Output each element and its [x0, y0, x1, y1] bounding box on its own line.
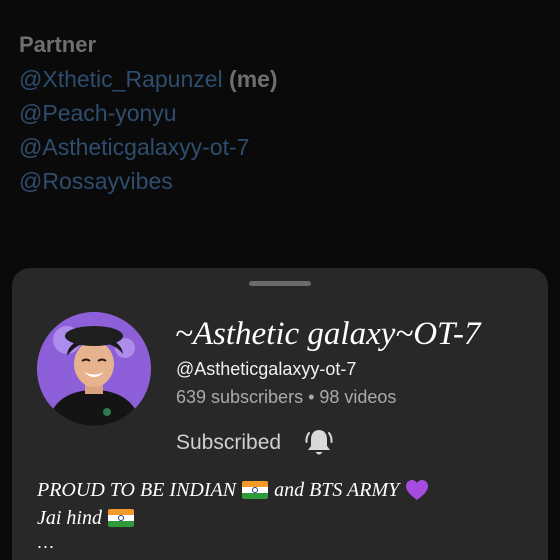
- partner-item: @Astheticgalaxyy-ot-7: [19, 130, 539, 164]
- partner-item: @Xthetic_Rapunzel (me): [19, 62, 539, 96]
- drag-handle[interactable]: [249, 281, 311, 286]
- purple-heart-icon: [406, 480, 429, 500]
- partner-link[interactable]: @Xthetic_Rapunzel: [19, 66, 223, 92]
- avatar-image: [37, 312, 151, 426]
- channel-description[interactable]: PROUD TO BE INDIAN and BTS ARMY Jai hind…: [37, 476, 429, 552]
- partner-me-label: (me): [229, 66, 278, 92]
- subscribe-row: Subscribed: [176, 426, 335, 460]
- subscribed-button[interactable]: Subscribed: [176, 426, 281, 460]
- description-text: PROUD TO BE INDIAN: [37, 479, 237, 501]
- avatar[interactable]: [37, 312, 151, 426]
- bell-icon: [305, 430, 333, 455]
- partner-item: @Peach-yonyu: [19, 96, 539, 130]
- screen: Partner @Xthetic_Rapunzel (me) @Peach-yo…: [0, 0, 560, 560]
- partner-link[interactable]: @Peach-yonyu: [19, 100, 177, 126]
- description-line: Jai hind: [37, 504, 429, 532]
- india-flag-icon: [242, 481, 269, 499]
- partner-link[interactable]: @Rossayvibes: [19, 168, 173, 194]
- channel-handle: @Astheticgalaxyy-ot-7: [176, 359, 357, 379]
- description-text: and BTS ARMY: [274, 479, 400, 501]
- description-line: PROUD TO BE INDIAN and BTS ARMY: [37, 476, 429, 504]
- channel-stats: 639 subscribers • 98 videos: [176, 387, 397, 407]
- partner-item: @Rossayvibes: [19, 164, 539, 198]
- partner-link[interactable]: @Astheticgalaxyy-ot-7: [19, 134, 249, 160]
- partner-section: Partner @Xthetic_Rapunzel (me) @Peach-yo…: [19, 28, 539, 198]
- channel-name: ~Asthetic galaxy~OT-7: [175, 316, 481, 352]
- notification-bell-button[interactable]: [303, 426, 335, 460]
- india-flag-icon: [108, 509, 134, 527]
- channel-bottom-sheet: ~Asthetic galaxy~OT-7 @Astheticgalaxyy-o…: [12, 268, 548, 560]
- description-more[interactable]: ...: [37, 532, 429, 552]
- partner-heading: Partner: [19, 32, 97, 57]
- description-text: Jai hind: [37, 507, 102, 529]
